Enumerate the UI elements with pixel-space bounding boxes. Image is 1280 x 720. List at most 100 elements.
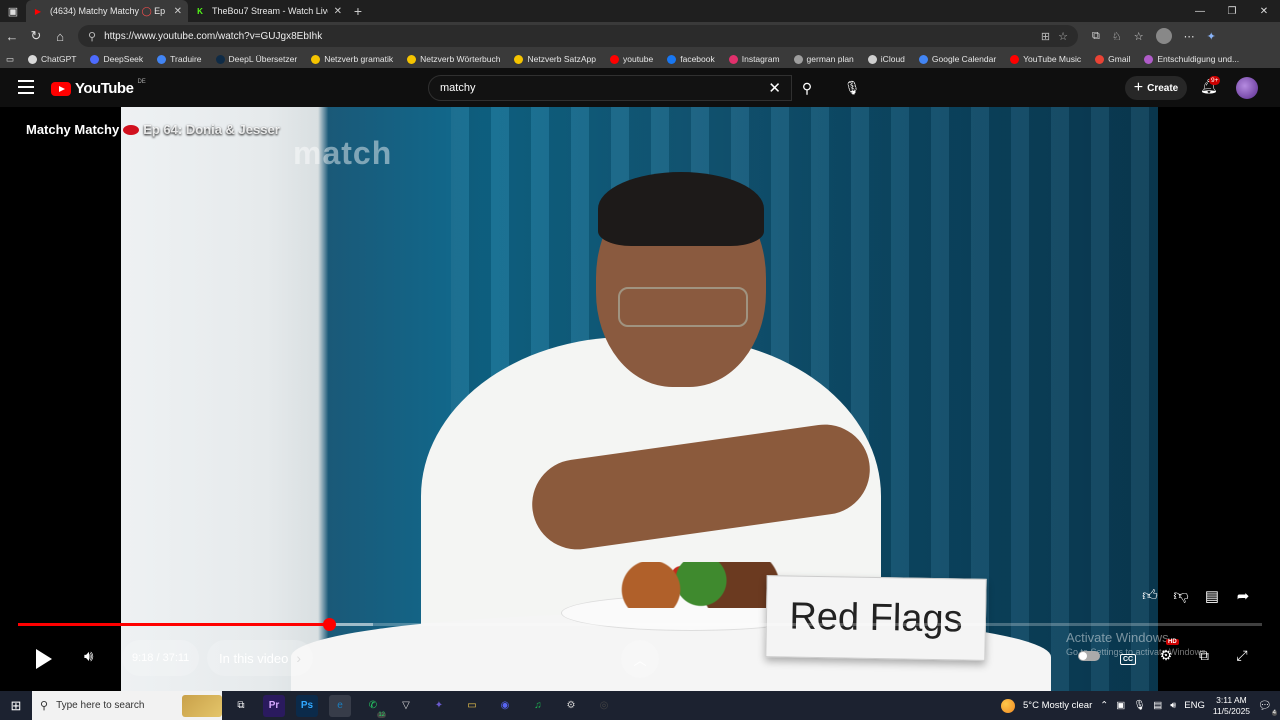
minimize-icon[interactable]: —: [1184, 6, 1216, 17]
premiere-icon[interactable]: Pr: [263, 694, 285, 717]
youtube-icon: [609, 54, 619, 64]
language-indicator[interactable]: ENG: [1184, 700, 1205, 711]
more-options-icon[interactable]: ⋯: [1184, 30, 1195, 43]
whatsapp-unread-badge: 12: [377, 711, 386, 718]
extensions-icon[interactable]: ⧉: [1092, 30, 1100, 43]
edge-icon[interactable]: e: [329, 694, 351, 717]
whatsapp-icon[interactable]: ✆ 12: [362, 695, 386, 718]
taskbar-search-box[interactable]: ⚲ Type here to search: [32, 691, 222, 720]
bookmark-icloud[interactable]: iCloud: [867, 54, 905, 64]
bookmark-netzverb-woerterbuch[interactable]: Netzverb Wörterbuch: [407, 54, 500, 64]
red-flags-sign: Red Flags: [765, 575, 987, 661]
weather-text[interactable]: 5°C Mostly clear: [1023, 700, 1092, 711]
bookmark-instagram[interactable]: Instagram: [728, 54, 780, 64]
app-available-icon[interactable]: ⊞: [1041, 30, 1050, 43]
restore-icon[interactable]: ❐: [1216, 6, 1248, 17]
collections-icon[interactable]: ▭: [6, 54, 14, 65]
weather-icon[interactable]: [1000, 698, 1015, 713]
fullscreen-button[interactable]: ⤢: [1232, 647, 1252, 664]
play-button[interactable]: [32, 647, 54, 671]
miniplayer-button[interactable]: ⧉: [1194, 647, 1214, 664]
settings-button[interactable]: ⚙ HD: [1156, 639, 1179, 664]
obs-icon[interactable]: ◎: [593, 695, 615, 717]
clock[interactable]: 3:11 AM 11/5/2025: [1213, 695, 1250, 717]
tab-kick-stream[interactable]: K TheBou7 Stream - Watch Live on ✕: [188, 0, 348, 22]
bookmark-chatgpt[interactable]: ChatGPT: [28, 54, 76, 64]
bookmark-google-calendar[interactable]: Google Calendar: [918, 54, 996, 64]
notification-count: 4: [1271, 710, 1277, 716]
volume-icon[interactable]: 🔊︎: [84, 648, 93, 665]
video-title[interactable]: Matchy Matchy Ep 64: Donia & Jesser: [26, 122, 280, 137]
chevron-up-icon[interactable]: ⌃: [1100, 700, 1108, 711]
bookmark-netzverb-satzapp[interactable]: Netzverb SatzApp: [514, 54, 596, 64]
bookmark-deepl[interactable]: DeepL Übersetzer: [215, 54, 297, 64]
expand-up-button[interactable]: ︿: [621, 640, 659, 678]
dislike-icon[interactable]: 👎︎: [1171, 587, 1191, 605]
voice-search-button[interactable]: 🎙︎: [838, 75, 866, 101]
windows-start-icon[interactable]: ⊞: [0, 698, 32, 714]
share-icon[interactable]: ➦: [1233, 587, 1253, 605]
video-frame: match Red Flags: [121, 107, 1158, 691]
video-player[interactable]: match Red Flags Matchy Matchy Ep 64: Don…: [0, 107, 1280, 691]
discord-icon[interactable]: ◉: [494, 695, 516, 717]
search-input[interactable]: matchy ✕: [428, 75, 792, 101]
subtitles-button[interactable]: CC: [1118, 648, 1138, 665]
new-tab-button[interactable]: +: [348, 3, 368, 19]
like-icon[interactable]: 👍︎: [1140, 587, 1160, 605]
chapters-button[interactable]: In this video ›: [207, 640, 314, 676]
tab-close-icon[interactable]: ✕: [334, 6, 342, 17]
create-button[interactable]: + Create: [1125, 76, 1187, 100]
task-view-icon[interactable]: ⧉: [230, 695, 252, 717]
bookmark-entschuldigung[interactable]: Entschuldigung und...: [1144, 54, 1239, 64]
bookmark-youtube-music[interactable]: YouTube Music: [1010, 54, 1081, 64]
speaker-icon[interactable]: 🔊︎: [1170, 700, 1176, 711]
search-button[interactable]: ⚲: [792, 75, 822, 101]
tab-youtube-matchy[interactable]: ▶ (4634) Matchy Matchy ◯ Ep 64: ✕: [26, 0, 188, 22]
reload-icon[interactable]: ↻: [24, 28, 48, 44]
progress-bar[interactable]: [18, 618, 1262, 631]
back-icon[interactable]: ←: [0, 29, 24, 44]
bookmark-gmail[interactable]: Gmail: [1095, 54, 1130, 64]
bookmark-traduire[interactable]: Traduire: [157, 54, 202, 64]
notifications-button[interactable]: 🔔︎ 9+: [1200, 76, 1221, 95]
tab-actions-menu-icon[interactable]: ▣: [0, 0, 26, 22]
account-avatar[interactable]: [1236, 77, 1258, 99]
menu-icon[interactable]: [18, 80, 34, 94]
tab-close-icon[interactable]: ✕: [174, 6, 182, 17]
comments-icon[interactable]: ▤: [1202, 587, 1222, 605]
browser-essentials-icon[interactable]: ♘: [1112, 30, 1122, 43]
copilot-icon[interactable]: ✦: [428, 695, 450, 717]
autoplay-toggle[interactable]: [1078, 650, 1100, 661]
explorer-icon[interactable]: ▭: [461, 695, 483, 717]
close-window-icon[interactable]: ✕: [1248, 6, 1280, 17]
home-icon[interactable]: ⌂: [48, 29, 72, 44]
network-icon[interactable]: ▤: [1153, 700, 1162, 711]
chapters-label: In this video: [219, 650, 289, 666]
bookmark-german-plan[interactable]: german plan: [793, 54, 854, 64]
bookmark-deepseek[interactable]: DeepSeek: [90, 54, 143, 64]
bookmark-netzverb-gramatik[interactable]: Netzverb gramatik: [311, 54, 393, 64]
notification-center-icon[interactable]: 💬︎ 4: [1258, 699, 1277, 716]
settings-icon[interactable]: ⚙: [560, 695, 582, 717]
copilot-icon[interactable]: ✦: [1207, 30, 1216, 43]
favorites-icon[interactable]: ☆: [1134, 30, 1144, 43]
profile-avatar[interactable]: [1155, 28, 1172, 44]
youtube-logo[interactable]: YouTube DE: [51, 79, 146, 97]
url-field[interactable]: ⚲ https://www.youtube.com/watch?v=GUJgx8…: [78, 25, 1078, 47]
clear-search-icon[interactable]: ✕: [768, 79, 781, 97]
progress-scrubber-handle[interactable]: [322, 618, 336, 631]
bookmark-youtube[interactable]: youtube: [609, 54, 653, 64]
search-highlight-image: [182, 694, 222, 717]
spotify-icon[interactable]: ♫: [527, 695, 549, 717]
bookmark-facebook[interactable]: facebook: [667, 54, 715, 64]
app-tray-icon[interactable]: ▣: [1116, 700, 1125, 711]
app-v-icon[interactable]: ▽: [395, 695, 417, 717]
bookmark-label: Instagram: [741, 54, 780, 64]
favorite-star-icon[interactable]: ☆: [1058, 30, 1068, 43]
site-info-icon[interactable]: ⚲: [88, 30, 96, 43]
microphone-icon: 🎙︎: [843, 80, 861, 95]
photoshop-icon[interactable]: Ps: [296, 694, 318, 717]
activate-title: Activate Windows: [1066, 630, 1169, 645]
microphone-icon[interactable]: 🎙︎: [1133, 700, 1145, 711]
deepseek-icon: [90, 54, 100, 64]
